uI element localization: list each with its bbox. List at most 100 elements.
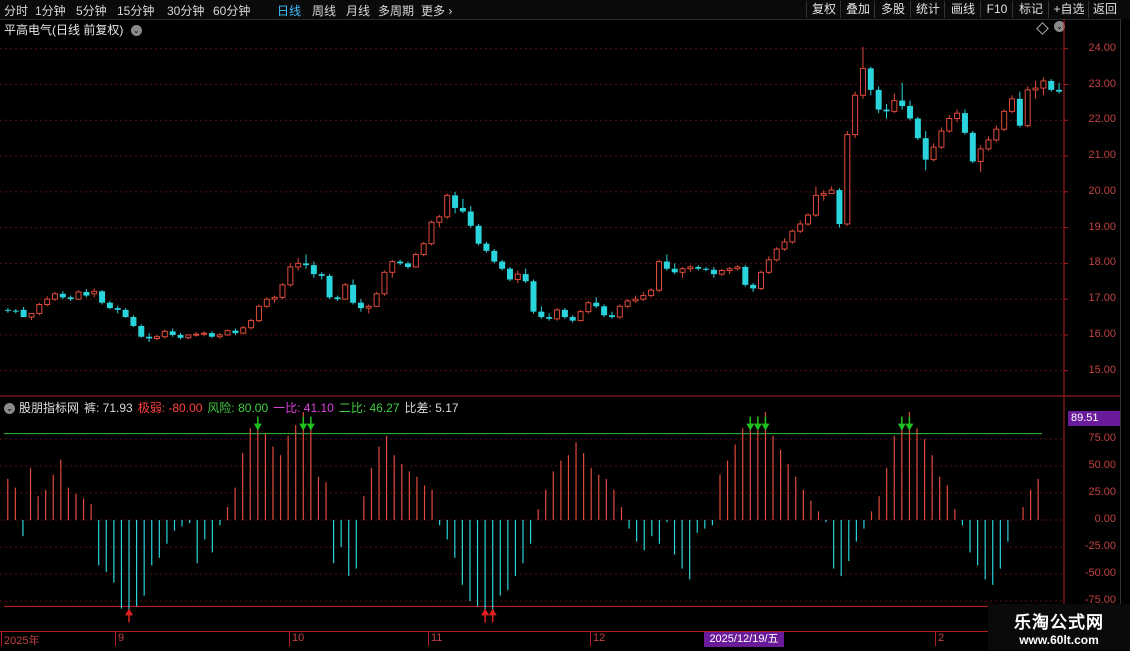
candle <box>452 195 459 208</box>
candle <box>930 146 937 161</box>
indicator-value-3: 一比: 41.10 <box>273 401 334 415</box>
candle <box>177 334 184 338</box>
candle <box>969 132 976 162</box>
candle <box>248 320 255 329</box>
candle <box>961 113 968 133</box>
sell-arrow-icon <box>306 423 315 431</box>
candle <box>569 317 576 321</box>
candle <box>326 275 333 298</box>
price-tick-label: 16.00 <box>1088 327 1116 340</box>
candle <box>812 194 819 216</box>
candle <box>757 271 764 289</box>
watermark-line2: www.60lt.com <box>1019 633 1099 647</box>
candle <box>561 309 568 318</box>
candle <box>907 105 914 119</box>
candle <box>1001 110 1008 130</box>
date-label: 12 <box>593 632 606 644</box>
candle <box>656 261 663 291</box>
candle <box>28 312 35 318</box>
date-tick <box>428 632 429 646</box>
sell-arrow-icon <box>897 423 906 431</box>
indicator-value-1: 极弱: -80.00 <box>137 401 203 415</box>
date-tick <box>590 632 591 646</box>
date-label: 11 <box>431 632 443 644</box>
candle <box>357 302 364 309</box>
candle <box>161 330 168 338</box>
indicator-name: 股朋指标网 <box>19 401 80 415</box>
candle <box>530 281 537 312</box>
candle <box>514 273 521 280</box>
candle <box>36 304 43 314</box>
date-label: 9 <box>118 632 125 644</box>
indicator-tick-label: -25.00 <box>1084 540 1116 552</box>
date-tick <box>1 632 2 646</box>
candle <box>1048 80 1055 90</box>
candle <box>483 243 490 251</box>
sell-arrow-icon <box>905 423 914 431</box>
candle <box>138 325 145 337</box>
candle <box>420 243 427 255</box>
sell-arrow-icon <box>299 423 308 431</box>
candle <box>946 117 953 132</box>
candle <box>546 317 553 319</box>
candle <box>397 261 404 264</box>
date-label: 2025年 <box>4 635 40 647</box>
candle <box>938 130 945 148</box>
candle <box>679 268 686 273</box>
candle <box>342 284 349 300</box>
candle <box>459 207 466 212</box>
candle <box>130 317 137 326</box>
candle <box>718 270 725 275</box>
candle <box>608 315 615 318</box>
candle <box>844 134 851 225</box>
sell-arrow-icon <box>753 423 762 431</box>
candle <box>232 330 239 334</box>
candle <box>789 230 796 243</box>
indicator-value-2: 风险: 80.00 <box>207 401 269 415</box>
indicator-tick-label: 25.00 <box>1088 486 1116 498</box>
candle <box>522 274 529 282</box>
candle <box>365 305 372 309</box>
candle <box>742 266 749 285</box>
sell-arrow-icon <box>253 423 262 431</box>
candle <box>153 336 160 339</box>
candle <box>922 138 929 160</box>
candle <box>616 305 623 318</box>
candle <box>255 305 262 322</box>
candle <box>734 266 741 270</box>
selected-date: 2025/12/19/五 <box>704 632 784 647</box>
indicator-tick-label: -50.00 <box>1084 567 1116 579</box>
candle <box>828 189 835 195</box>
candle <box>710 269 717 275</box>
candle <box>12 310 19 312</box>
candle <box>538 311 545 318</box>
candle <box>1024 89 1031 127</box>
candle <box>83 291 90 296</box>
chevron-down-icon[interactable]: ⌄ <box>4 403 15 415</box>
candle <box>663 261 670 269</box>
side-panel <box>1120 19 1130 631</box>
price-chart[interactable] <box>0 0 1130 650</box>
candle <box>585 302 592 313</box>
candle <box>703 268 710 270</box>
watermark-line1: 乐淘公式网 <box>1014 613 1104 632</box>
candle <box>624 300 631 307</box>
candle <box>1009 98 1016 112</box>
candle <box>279 284 286 298</box>
candle <box>985 139 992 150</box>
candle <box>99 291 106 303</box>
candle <box>859 67 866 96</box>
price-tick-label: 19.00 <box>1088 220 1116 233</box>
date-tick <box>935 632 936 646</box>
candle <box>373 293 380 307</box>
candle <box>20 309 27 318</box>
candle <box>836 190 843 225</box>
candle <box>1056 89 1063 92</box>
candle <box>577 311 584 322</box>
candle <box>891 100 898 112</box>
candle <box>271 296 278 300</box>
watermark-logo: 乐淘公式网 www.60lt.com <box>988 604 1130 650</box>
candle <box>648 289 655 297</box>
candle <box>765 259 772 273</box>
candle <box>67 297 74 300</box>
